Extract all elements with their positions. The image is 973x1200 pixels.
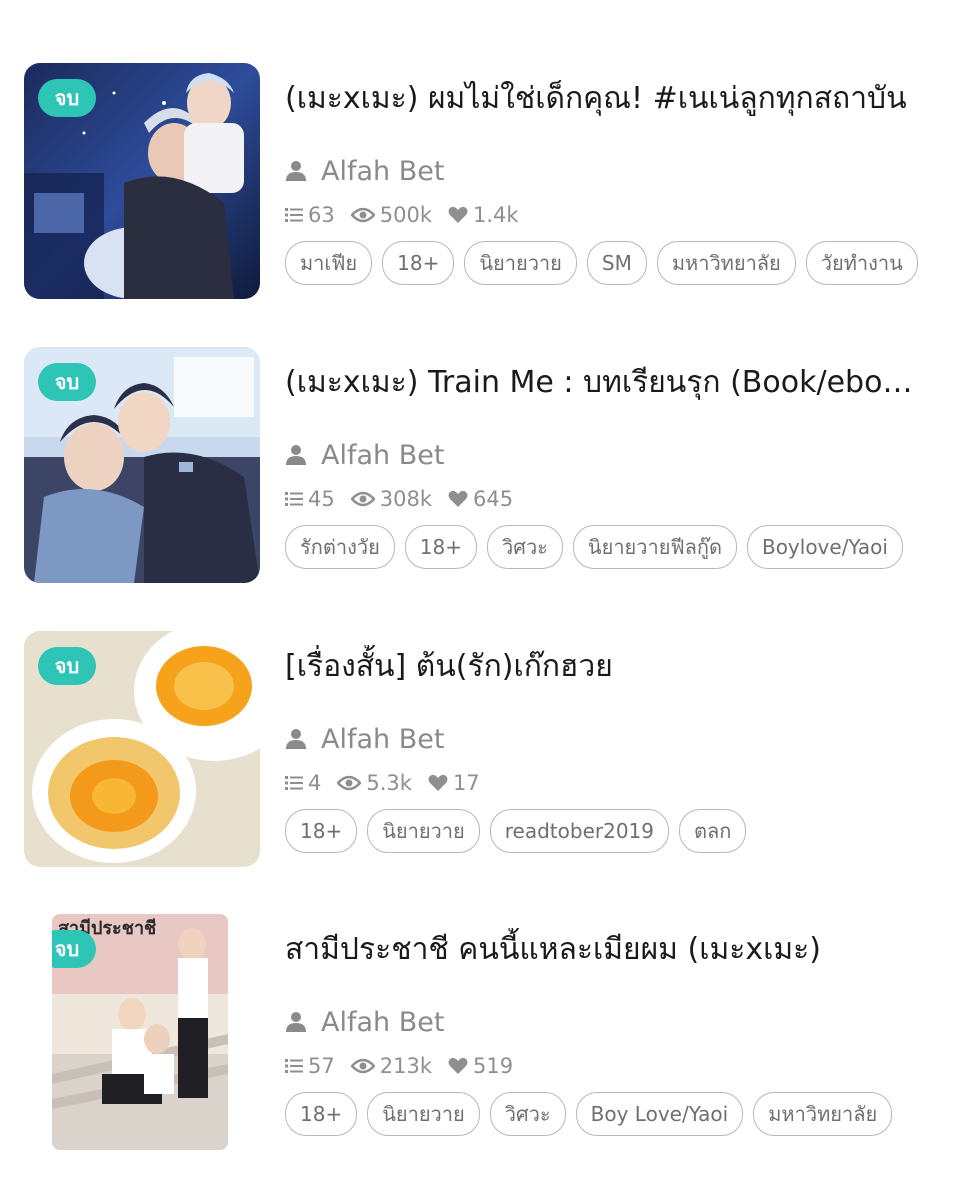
novel-title[interactable]: (เมะxเมะ) ผมไม่ใช่เด็กคุณ! #เนเน่ลูกทุกส…	[285, 77, 925, 121]
tag-chip[interactable]: มหาวิทยาลัย	[753, 1092, 893, 1136]
tag-chip[interactable]: วิศวะ	[489, 1092, 566, 1136]
like-count: 17	[428, 771, 480, 795]
tag-chip[interactable]: Boylove/Yaoi	[746, 525, 903, 569]
tag-chip[interactable]: 18+	[285, 809, 358, 853]
novel-title[interactable]: สามีประชาชี คนนี้แหละเมียผม (เมะxเมะ)	[285, 928, 925, 972]
eye-icon	[350, 491, 375, 507]
novel-card[interactable]: จบ [เรื่องสั้น] ต้น(รัก)เก๊กฮวย Alfah Be…	[0, 631, 973, 871]
eye-icon	[350, 1058, 375, 1074]
tag-chip[interactable]: รักต่างวัย	[285, 525, 395, 569]
status-badge: จบ	[52, 930, 96, 968]
tag-list: รักต่างวัย 18+ วิศวะ นิยายวายฟีลกู๊ด Boylove…	[285, 525, 927, 571]
heart-icon	[448, 206, 468, 223]
heart-icon	[428, 774, 448, 791]
view-count: 5.3k	[337, 771, 412, 795]
like-count: 645	[448, 487, 513, 511]
author-name[interactable]: Alfah Bet	[321, 724, 444, 755]
list-icon	[285, 492, 303, 506]
chapter-count: 63	[285, 203, 335, 227]
chapter-count: 57	[285, 1054, 335, 1078]
person-icon	[286, 161, 306, 181]
tag-chip[interactable]: วัยทำงาน	[805, 241, 918, 285]
tag-chip[interactable]: 18+	[285, 1092, 358, 1136]
like-count: 1.4k	[448, 203, 519, 227]
novel-title[interactable]: (เมะxเมะ) Train Me : บทเรียนรุก (Book/eb…	[285, 361, 925, 405]
view-count: 308k	[350, 487, 432, 511]
stats-row: 57 213k 519	[285, 1052, 529, 1080]
author-row[interactable]: Alfah Bet	[285, 1004, 444, 1040]
person-icon	[286, 729, 306, 749]
author-row[interactable]: Alfah Bet	[285, 721, 444, 757]
person-icon	[286, 445, 306, 465]
eye-icon	[350, 207, 375, 223]
tag-list: 18+ นิยายวาย วิศวะ Boy Love/Yaoi มหาวิทยาลัย	[285, 1092, 927, 1138]
stats-row: 45 308k 645	[285, 485, 529, 513]
novel-cover-image[interactable]: สามีประชาชี จบ	[52, 914, 228, 1150]
tag-chip[interactable]: นิยายวาย	[367, 809, 480, 853]
like-count: 519	[448, 1054, 513, 1078]
list-icon	[285, 776, 303, 790]
tag-chip[interactable]: นิยายวาย	[464, 241, 577, 285]
status-badge: จบ	[38, 363, 96, 401]
tag-chip[interactable]: วิศวะ	[487, 525, 563, 569]
stats-row: 63 500k 1.4k	[285, 201, 535, 229]
novel-title[interactable]: [เรื่องสั้น] ต้น(รัก)เก๊กฮวย	[285, 645, 925, 689]
novel-card[interactable]: สามีประชาชี จบ สามีประชาชี คนนี้แหละเมีย…	[0, 914, 973, 1154]
tag-chip[interactable]: SM	[586, 241, 647, 285]
tag-chip[interactable]: นิยายวาย	[367, 1092, 480, 1136]
tag-chip[interactable]: readtober2019	[489, 809, 669, 853]
novel-card[interactable]: จบ (เมะxเมะ) Train Me : บทเรียนรุก (Book…	[0, 347, 973, 587]
chapter-count: 45	[285, 487, 335, 511]
list-icon	[285, 1059, 303, 1073]
novel-cover-image[interactable]: จบ	[24, 347, 260, 583]
tag-chip[interactable]: นิยายวายฟีลกู๊ด	[572, 525, 737, 569]
stats-row: 4 5.3k 17	[285, 769, 496, 797]
status-badge: จบ	[38, 647, 96, 685]
author-name[interactable]: Alfah Bet	[321, 1007, 444, 1038]
author-name[interactable]: Alfah Bet	[321, 156, 444, 187]
heart-icon	[448, 1057, 468, 1074]
list-icon	[285, 208, 303, 222]
tag-chip[interactable]: ตลก	[679, 809, 747, 853]
heart-icon	[448, 490, 468, 507]
tag-list: 18+ นิยายวาย readtober2019 ตลก	[285, 809, 927, 855]
status-badge: จบ	[38, 79, 96, 117]
view-count: 213k	[350, 1054, 432, 1078]
tag-list: มาเฟีย 18+ นิยายวาย SM มหาวิทยาลัย วัยทำงาน	[285, 241, 927, 287]
tag-chip[interactable]: มหาวิทยาลัย	[656, 241, 796, 285]
author-row[interactable]: Alfah Bet	[285, 153, 444, 189]
novel-cover-image[interactable]: จบ	[24, 63, 260, 299]
person-icon	[286, 1012, 306, 1032]
tag-chip[interactable]: 18+	[382, 241, 455, 285]
novel-card[interactable]: จบ (เมะxเมะ) ผมไม่ใช่เด็กคุณ! #เนเน่ลูกท…	[0, 63, 973, 303]
author-row[interactable]: Alfah Bet	[285, 437, 444, 473]
author-name[interactable]: Alfah Bet	[321, 440, 444, 471]
tag-chip[interactable]: Boy Love/Yaoi	[575, 1092, 744, 1136]
eye-icon	[337, 775, 362, 791]
tag-chip[interactable]: มาเฟีย	[285, 241, 373, 285]
tag-chip[interactable]: 18+	[404, 525, 478, 569]
chapter-count: 4	[285, 771, 321, 795]
novel-cover-image[interactable]: จบ	[24, 631, 260, 867]
view-count: 500k	[350, 203, 432, 227]
